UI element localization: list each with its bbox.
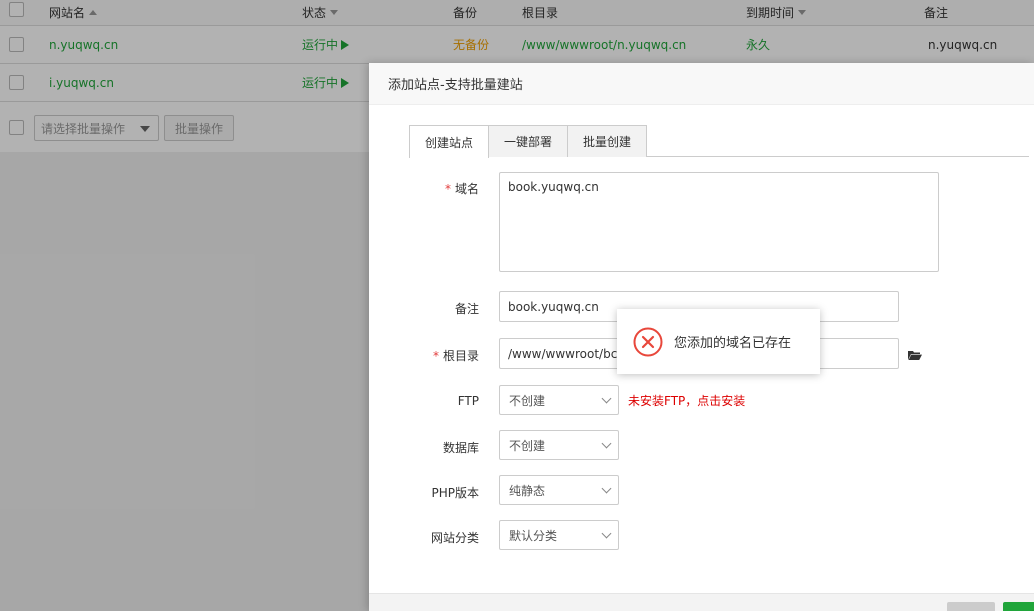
cancel-button[interactable] xyxy=(947,602,995,611)
chevron-down-icon xyxy=(601,393,612,404)
tab-batch-create[interactable]: 批量创建 xyxy=(567,125,647,157)
chevron-down-icon xyxy=(601,528,612,539)
domain-textarea[interactable]: book.yuqwq.cn xyxy=(499,172,939,272)
site-category-label: 网站分类 xyxy=(430,531,479,545)
modal-footer xyxy=(369,593,1034,611)
php-version-select[interactable]: 纯静态 xyxy=(499,475,619,505)
site-category-select[interactable]: 默认分类 xyxy=(499,520,619,550)
chevron-down-icon xyxy=(601,438,612,449)
toast-message: 您添加的域名已存在 xyxy=(674,336,792,351)
modal-title: 添加站点-支持批量建站 xyxy=(369,63,1034,105)
error-toast: 您添加的域名已存在 xyxy=(617,309,820,374)
ftp-label: FTP xyxy=(457,394,479,408)
install-ftp-link[interactable]: 未安装FTP，点击安装 xyxy=(628,392,745,409)
database-label: 数据库 xyxy=(442,441,479,455)
submit-button[interactable] xyxy=(1003,602,1034,611)
modal-tabs: 创建站点 一键部署 批量创建 xyxy=(409,125,1029,158)
database-select[interactable]: 不创建 xyxy=(499,430,619,460)
domain-label: * 域名 xyxy=(444,182,479,196)
folder-open-icon[interactable] xyxy=(908,350,922,360)
error-circle-icon xyxy=(633,327,663,356)
root-label: * 根目录 xyxy=(432,349,479,363)
tab-one-click-deploy[interactable]: 一键部署 xyxy=(488,125,568,157)
ftp-select[interactable]: 不创建 xyxy=(499,385,619,415)
remark-label: 备注 xyxy=(454,302,479,316)
chevron-down-icon xyxy=(601,483,612,494)
tab-create-site[interactable]: 创建站点 xyxy=(409,125,489,158)
php-version-label: PHP版本 xyxy=(431,486,480,500)
